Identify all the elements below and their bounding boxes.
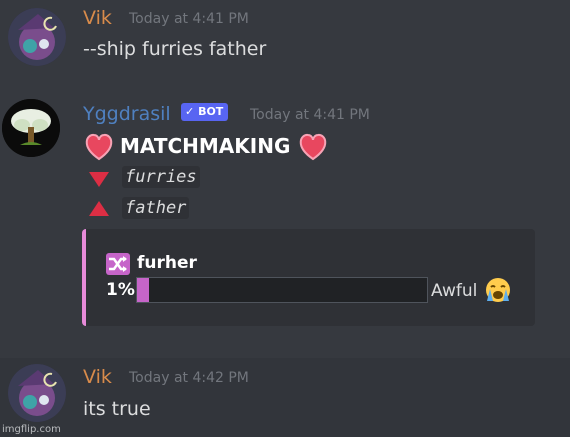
- timestamp: Today at 4:42 PM: [129, 370, 249, 386]
- compatibility-bar: [136, 277, 428, 303]
- username[interactable]: Vik: [83, 366, 112, 388]
- username[interactable]: Vik: [83, 7, 112, 29]
- check-icon: ✓: [185, 105, 195, 118]
- ship-name: furher: [137, 253, 197, 273]
- heart-icon: [84, 133, 114, 161]
- timestamp: Today at 4:41 PM: [250, 107, 370, 123]
- down-name-code: furries: [122, 166, 200, 188]
- message-vik-2: Vik Today at 4:42 PM its true: [0, 358, 570, 437]
- avatar[interactable]: [8, 364, 66, 422]
- triangle-down-icon: [88, 170, 110, 192]
- heart-icon: [298, 133, 328, 161]
- shuffle-icon: [106, 253, 130, 275]
- ship-embed: furher 1% Awful: [82, 229, 535, 326]
- message-content: --ship furries father: [83, 38, 267, 60]
- avatar[interactable]: [2, 99, 60, 157]
- bot-badge-label: BOT: [198, 105, 224, 118]
- message-vik-1: Vik Today at 4:41 PM --ship furries fath…: [0, 0, 570, 80]
- username[interactable]: Yggdrasil: [83, 103, 171, 125]
- timestamp: Today at 4:41 PM: [129, 11, 249, 27]
- up-name-code: father: [122, 197, 190, 219]
- compatibility-bar-fill: [137, 278, 149, 302]
- triangle-up-icon: [88, 200, 110, 222]
- verdict-label: Awful: [431, 281, 478, 301]
- message-yggdrasil: Yggdrasil ✓ BOT Today at 4:41 PM MATCHMA…: [0, 90, 570, 350]
- message-content: its true: [83, 398, 151, 420]
- bot-badge: ✓ BOT: [181, 103, 229, 121]
- crying-face-icon: [484, 277, 512, 307]
- avatar[interactable]: [8, 8, 66, 66]
- percent-label: 1%: [106, 280, 135, 300]
- matchmaking-title: MATCHMAKING: [120, 134, 291, 158]
- watermark: imgflip.com: [2, 424, 61, 435]
